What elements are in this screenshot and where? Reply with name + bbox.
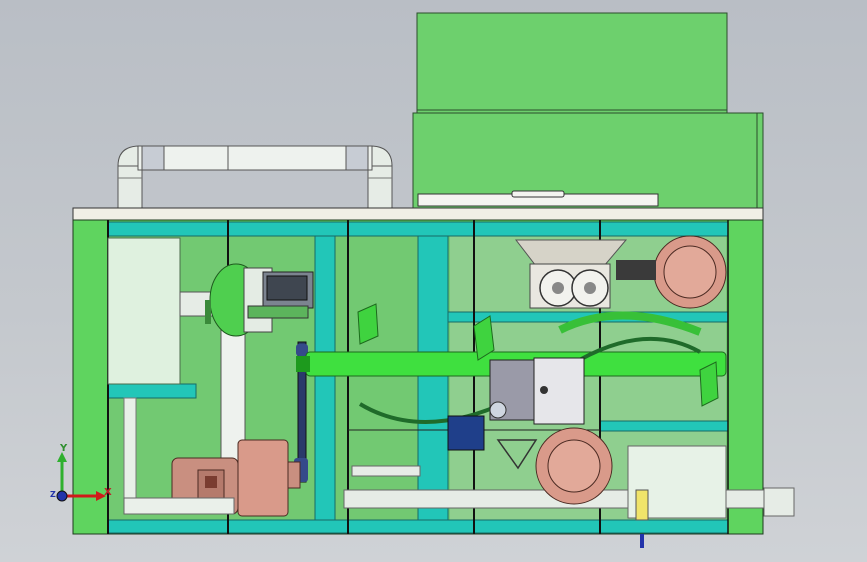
upper-hopper bbox=[416, 12, 728, 114]
machine-cad-view bbox=[56, 12, 795, 548]
overhead-pipe bbox=[117, 145, 393, 210]
lower-right-motor bbox=[535, 427, 613, 505]
crusher-rollers bbox=[514, 239, 628, 309]
lower-hopper bbox=[412, 112, 764, 209]
drain-valve bbox=[635, 489, 649, 548]
top-plate bbox=[72, 207, 764, 221]
